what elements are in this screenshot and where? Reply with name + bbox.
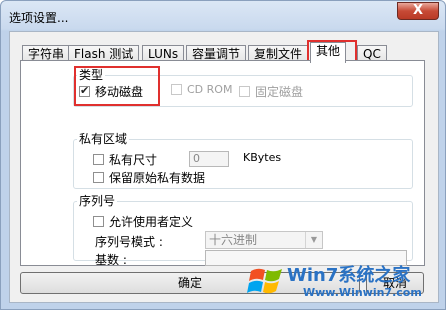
cd-rom-label: CD ROM: [187, 83, 233, 96]
checkbox-icon: [93, 216, 104, 227]
allow-user-defined-checkbox[interactable]: 允许使用者定义: [93, 213, 193, 230]
checkbox-icon: [171, 84, 182, 95]
cd-rom-checkbox[interactable]: CD ROM: [171, 83, 232, 96]
fixed-disk-label: 固定磁盘: [255, 85, 304, 99]
serial-mode-label: 序列号模式 :: [95, 235, 163, 249]
allow-user-defined-label: 允许使用者定义: [109, 215, 194, 229]
private-size-label: 私有尺寸: [109, 153, 158, 167]
watermark: Win7系统之家 Www.Winwin7.com: [247, 259, 437, 305]
serial-group-legend: 序列号: [77, 194, 118, 208]
checkbox-icon: [93, 172, 104, 183]
private-size-input[interactable]: 0: [189, 151, 229, 167]
chevron-down-icon: ▼: [305, 232, 322, 248]
windows-logo-icon: [247, 268, 282, 294]
checkbox-icon: [239, 86, 250, 97]
highlight-removable-disk: [74, 66, 160, 106]
private-area-legend: 私有区域: [77, 132, 130, 146]
keep-private-data-label: 保留原始私有数据: [109, 171, 206, 185]
watermark-url: Www.Winwin7.com: [303, 286, 422, 299]
serial-mode-select[interactable]: 十六进制 ▼: [205, 231, 323, 249]
fixed-disk-checkbox[interactable]: 固定磁盘: [239, 83, 303, 100]
serial-mode-value: 十六进制: [209, 233, 258, 247]
options-dialog: 选项设置... X 字符串 Flash 测试 LUNs 容量调节 复制文件 其他…: [0, 0, 446, 310]
close-icon: X: [412, 3, 424, 18]
size-unit-label: KBytes: [243, 151, 282, 164]
private-size-checkbox[interactable]: 私有尺寸: [93, 151, 157, 168]
checkbox-icon: [93, 154, 104, 165]
close-button[interactable]: X: [397, 2, 439, 20]
base-label: 基数 :: [95, 253, 127, 267]
tab-panel-other: 类型 移动磁盘 CD ROM 固定磁盘 私有区域 私有尺寸 0 KByt: [20, 60, 425, 267]
keep-private-data-checkbox[interactable]: 保留原始私有数据: [93, 169, 205, 186]
tab-other[interactable]: 其他: [310, 42, 347, 63]
window-title: 选项设置...: [9, 11, 69, 25]
watermark-brand: Win7系统之家: [287, 265, 411, 286]
